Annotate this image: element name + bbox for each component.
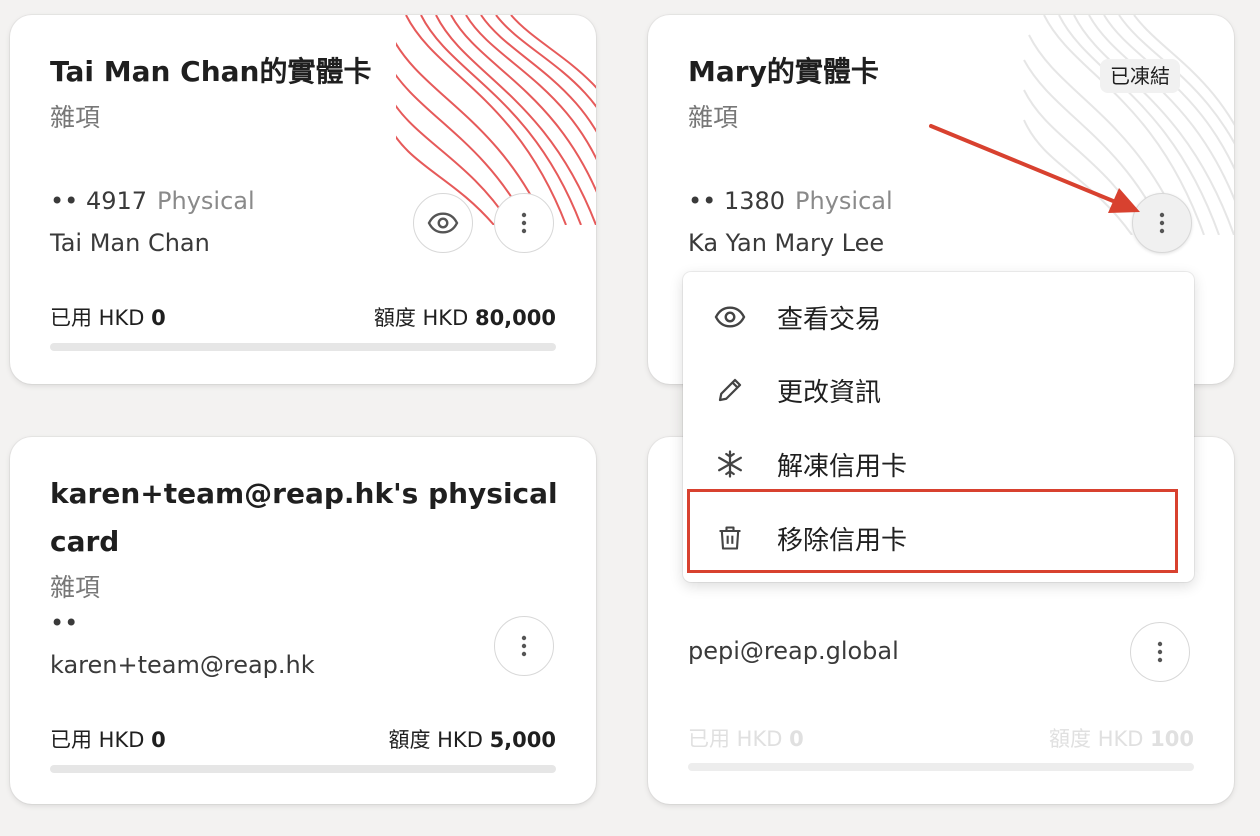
card-holder: pepi@reap.global bbox=[688, 637, 899, 665]
card-last4: •• 4917 bbox=[50, 187, 148, 215]
usage-progress-bar bbox=[688, 763, 1194, 771]
card-type: Physical bbox=[157, 187, 255, 215]
trash-icon bbox=[713, 521, 747, 555]
card-title: Mary的實體卡 bbox=[688, 55, 879, 88]
menu-item-label: 解凍信用卡 bbox=[777, 451, 908, 482]
card-usage: 已用 HKD 0 額度 HKD 5,000 bbox=[50, 724, 556, 754]
limit-amount: 額度 HKD 5,000 bbox=[388, 728, 556, 752]
menu-item-view-transactions[interactable]: 查看交易 bbox=[683, 282, 1194, 352]
card-holder: karen+team@reap.hk bbox=[50, 651, 315, 679]
card-last4: •• 1380 bbox=[688, 187, 786, 215]
menu-item-edit-info[interactable]: 更改資訊 bbox=[683, 355, 1194, 425]
usage-progress-bar bbox=[50, 343, 556, 351]
more-options-button[interactable] bbox=[494, 616, 554, 676]
card-usage: 已用 HKD 0 額度 HKD 80,000 bbox=[50, 302, 556, 332]
card-karen-team[interactable]: karen+team@reap.hk's physical card 雜項 ••… bbox=[10, 437, 596, 804]
card-title-line2: card bbox=[50, 525, 120, 558]
card-last4: •• bbox=[50, 609, 79, 637]
limit-amount: 額度 HKD 80,000 bbox=[373, 306, 556, 330]
used-amount: 已用 HKD 0 bbox=[50, 728, 166, 752]
card-pattern-grey bbox=[1023, 15, 1234, 235]
card-title-line1: karen+team@reap.hk's physical bbox=[50, 477, 558, 510]
card-category: 雜項 bbox=[688, 103, 739, 132]
kebab-menu-icon bbox=[1159, 212, 1165, 234]
menu-item-label: 移除信用卡 bbox=[777, 525, 908, 556]
card-usage: 已用 HKD 0 額度 HKD 100 bbox=[688, 723, 1194, 753]
card-number-line: •• 1380 Physical bbox=[688, 187, 893, 215]
more-options-button[interactable] bbox=[1130, 622, 1190, 682]
card-pattern-red bbox=[396, 15, 596, 225]
menu-item-label: 查看交易 bbox=[777, 304, 882, 335]
menu-item-remove-card[interactable]: 移除信用卡 bbox=[683, 503, 1194, 573]
menu-item-unfreeze-card[interactable]: 解凍信用卡 bbox=[683, 429, 1194, 499]
card-title: Tai Man Chan的實體卡 bbox=[50, 55, 372, 88]
card-holder: Tai Man Chan bbox=[50, 229, 210, 257]
kebab-menu-icon bbox=[521, 635, 527, 657]
pencil-icon bbox=[713, 373, 747, 407]
menu-item-label: 更改資訊 bbox=[777, 377, 882, 408]
used-amount: 已用 HKD 0 bbox=[50, 306, 166, 330]
card-holder: Ka Yan Mary Lee bbox=[688, 229, 885, 257]
usage-progress-bar bbox=[50, 765, 556, 773]
card-category: 雜項 bbox=[50, 573, 101, 602]
eye-icon bbox=[713, 300, 747, 334]
card-type: Physical bbox=[795, 187, 893, 215]
snowflake-icon bbox=[713, 447, 747, 481]
view-card-button[interactable] bbox=[413, 193, 473, 253]
used-amount: 已用 HKD 0 bbox=[688, 727, 804, 751]
kebab-menu-icon bbox=[1157, 641, 1163, 663]
eye-icon bbox=[427, 212, 459, 234]
frozen-status-badge: 已凍結 bbox=[1100, 59, 1180, 93]
more-options-button[interactable] bbox=[1132, 193, 1192, 253]
card-options-menu: 查看交易 更改資訊 解凍信用卡 移除信用卡 bbox=[683, 272, 1194, 582]
card-category: 雜項 bbox=[50, 103, 101, 132]
card-tai-man-chan[interactable]: Tai Man Chan的實體卡 雜項 •• 4917 Physical Tai … bbox=[10, 15, 596, 384]
card-number-line: •• 4917 Physical bbox=[50, 187, 255, 215]
kebab-menu-icon bbox=[521, 212, 527, 234]
more-options-button[interactable] bbox=[494, 193, 554, 253]
limit-amount: 額度 HKD 100 bbox=[1049, 727, 1194, 751]
